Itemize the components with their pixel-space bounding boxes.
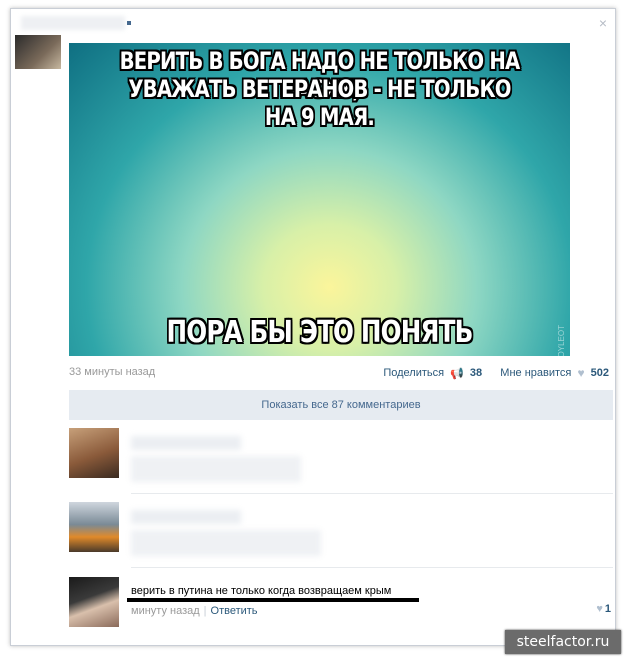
post-meta-row: 33 минуты назад Поделиться 📢 38 Мне нрав… xyxy=(69,366,609,382)
heart-icon[interactable]: ♥ xyxy=(596,603,603,615)
comment-text-blurred xyxy=(131,456,301,482)
heart-icon[interactable]: ♥ xyxy=(577,366,584,380)
commenter-avatar[interactable] xyxy=(69,577,119,627)
show-all-comments-button[interactable]: Показать все 87 комментариев xyxy=(69,390,613,420)
comment-meta: минуту назад | Ответить xyxy=(131,605,258,617)
comment-item xyxy=(69,428,613,482)
comment-text: верить в путина не только когда возвраща… xyxy=(131,585,392,597)
post-timestamp[interactable]: 33 минуты назад xyxy=(69,366,155,378)
like-button-label[interactable]: Мне нравится xyxy=(500,367,571,379)
meme-text-line-3: ПОРА БЫ ЭТО ПОНЯТЬ xyxy=(166,315,473,350)
image-watermark: ROYLEOT xyxy=(557,325,566,356)
comment-item xyxy=(69,502,613,556)
meme-text-line-2: УВАЖАТЬ ВЕТЕРАНОВ - НЕ ТОЛЬКО НА 9 МАЯ. xyxy=(128,75,511,131)
share-button-label[interactable]: Поделиться xyxy=(383,367,444,379)
post-image[interactable]: ВЕРИТЬ В БОГА НАДО НЕ ТОЛЬКО НА ПАСХУ, У… xyxy=(69,43,570,356)
commenter-avatar[interactable] xyxy=(69,502,119,552)
comment-author-blurred xyxy=(131,436,241,450)
like-count: 502 xyxy=(590,367,609,379)
comment-like-count: 1 xyxy=(604,603,611,615)
comment-underline-mark xyxy=(127,598,419,602)
share-count: 38 xyxy=(469,367,483,379)
author-name-mark xyxy=(127,21,131,25)
meta-separator: | xyxy=(203,605,207,617)
comment-timestamp[interactable]: минуту назад xyxy=(131,605,200,617)
comment-item: верить в путина не только когда возвраща… xyxy=(69,577,613,637)
post-card: × ВЕРИТЬ В БОГА НАДО НЕ ТОЛЬКО НА ПАСХУ,… xyxy=(10,8,616,646)
comment-like-button[interactable]: ♥ 1 xyxy=(596,603,611,615)
comment-divider xyxy=(131,567,613,568)
post-actions: Поделиться 📢 38 Мне нравится ♥ 502 xyxy=(383,366,609,380)
comment-divider xyxy=(131,493,613,494)
close-icon[interactable]: × xyxy=(599,15,607,31)
author-name-blurred[interactable] xyxy=(21,16,125,30)
comment-text-blurred xyxy=(131,530,321,556)
author-avatar[interactable] xyxy=(15,35,61,69)
site-watermark: steelfactor.ru xyxy=(505,630,621,654)
megaphone-icon[interactable]: 📢 xyxy=(450,367,464,380)
reply-link[interactable]: Ответить xyxy=(211,605,258,617)
commenter-avatar[interactable] xyxy=(69,428,119,478)
comment-author-blurred xyxy=(131,510,241,524)
